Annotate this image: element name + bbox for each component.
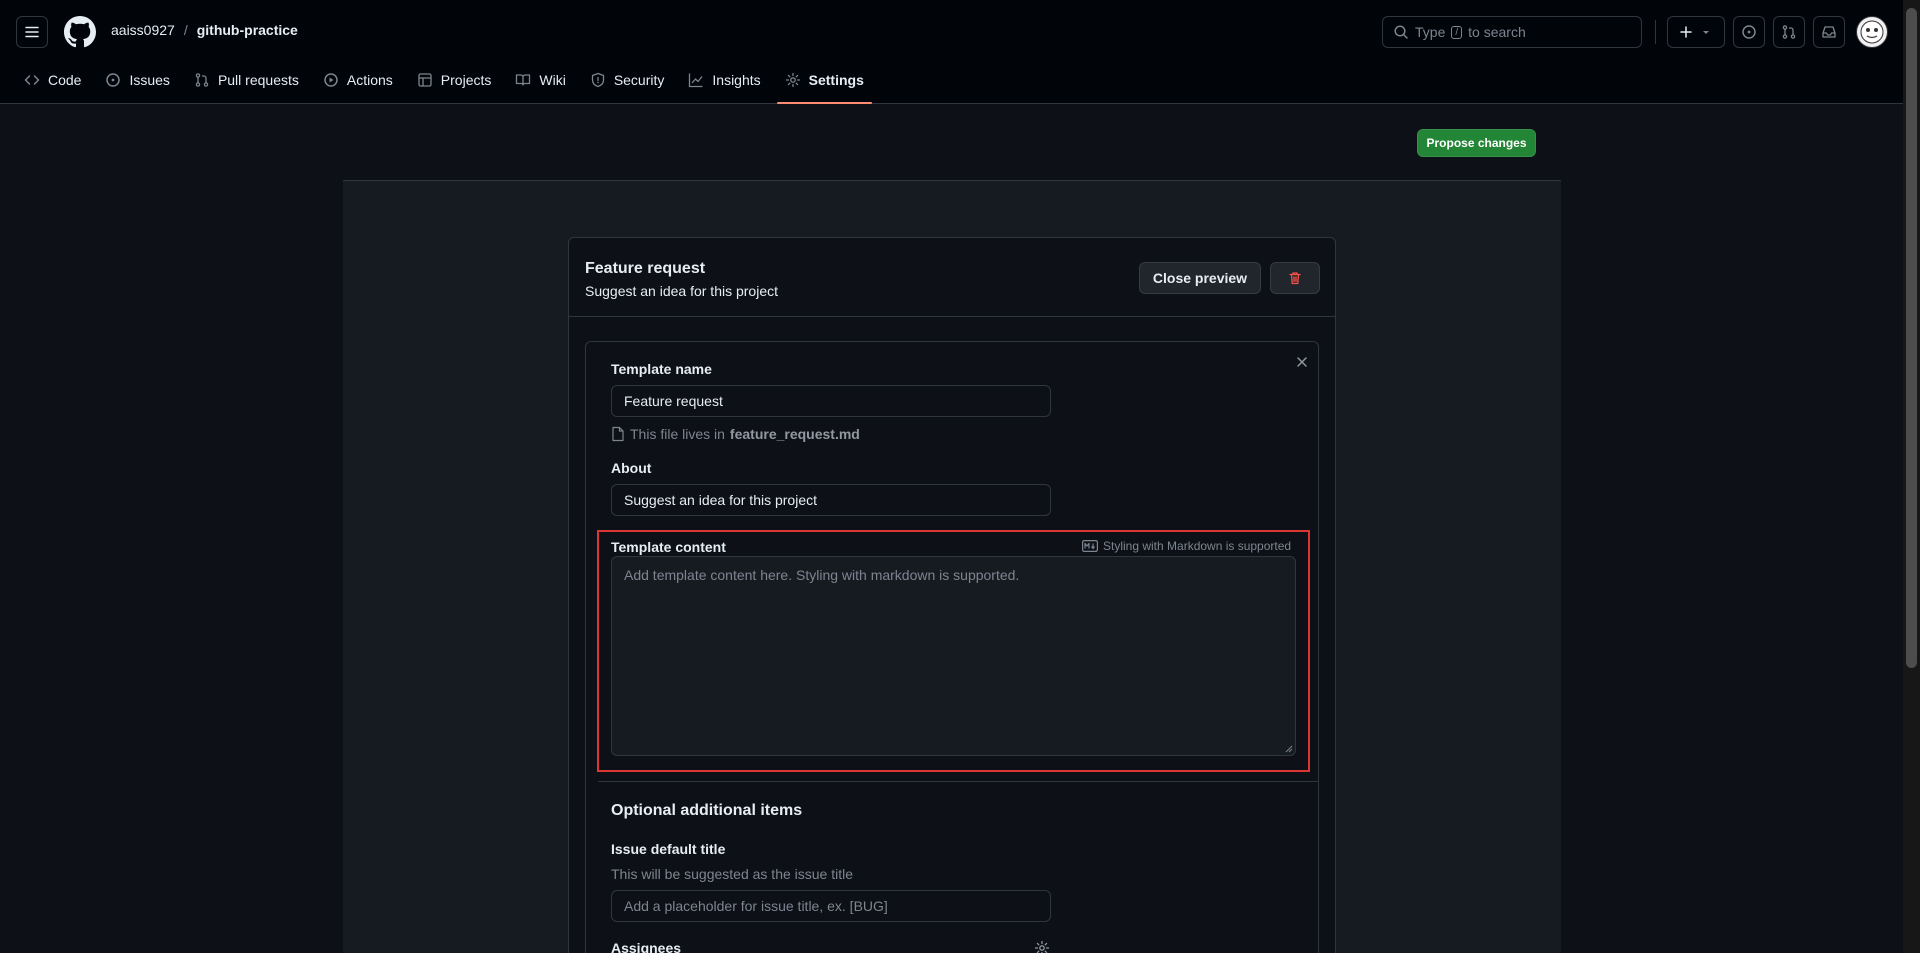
plus-icon xyxy=(1680,26,1692,38)
tab-settings[interactable]: Settings xyxy=(776,64,873,104)
inbox-button[interactable] xyxy=(1813,16,1845,48)
table-icon xyxy=(418,73,432,87)
section-divider xyxy=(598,781,1319,782)
markdown-icon xyxy=(1082,540,1098,552)
play-icon xyxy=(324,73,338,87)
tab-insights[interactable]: Insights xyxy=(680,64,768,96)
trash-icon xyxy=(1289,272,1301,285)
search-input[interactable]: Type / to search xyxy=(1382,16,1642,48)
issues-button[interactable] xyxy=(1733,16,1765,48)
template-content-textarea[interactable]: Add template content here. Styling with … xyxy=(611,556,1296,756)
breadcrumb-separator: / xyxy=(183,22,188,38)
scrollbar-thumb[interactable] xyxy=(1906,8,1917,668)
tab-projects[interactable]: Projects xyxy=(409,64,500,96)
issue-opened-icon xyxy=(1742,25,1756,39)
assignees-label: Assignees xyxy=(611,940,682,953)
file-hint-filename: feature_request.md xyxy=(729,426,860,442)
git-pull-request-icon xyxy=(1782,25,1796,39)
template-card: Feature request Suggest an idea for this… xyxy=(568,237,1336,953)
optional-items-title: Optional additional items xyxy=(611,802,803,819)
breadcrumb: aaiss0927 / github-practice xyxy=(111,22,298,38)
issue-title-hint: This will be suggested as the issue titl… xyxy=(611,866,854,882)
tab-label: Pull requests xyxy=(217,72,299,88)
template-content-label: Template content xyxy=(611,539,726,555)
delete-template-button[interactable] xyxy=(1270,262,1320,294)
about-input[interactable]: Suggest an idea for this project xyxy=(611,484,1051,516)
tab-security[interactable]: Security xyxy=(582,64,673,96)
markdown-note-text: Styling with Markdown is supported xyxy=(1103,539,1292,553)
create-new-button[interactable] xyxy=(1667,16,1725,48)
repo-nav: Code Issues Pull requests Actions Projec… xyxy=(16,64,880,104)
code-icon xyxy=(24,75,40,85)
template-form: Template name Feature request This file … xyxy=(585,341,1319,953)
shield-icon xyxy=(591,72,604,88)
avatar[interactable] xyxy=(1856,16,1888,48)
close-preview-button[interactable]: Close preview xyxy=(1139,262,1261,294)
hamburger-icon xyxy=(25,26,39,38)
tab-pull-requests[interactable]: Pull requests xyxy=(186,64,307,96)
owner-link[interactable]: aaiss0927 xyxy=(111,22,175,38)
tab-wiki[interactable]: Wiki xyxy=(507,64,573,96)
header-divider xyxy=(1655,20,1656,44)
github-logo-icon[interactable] xyxy=(64,16,96,48)
template-name-label: Template name xyxy=(611,361,712,377)
tab-label: Security xyxy=(613,72,665,88)
tab-actions[interactable]: Actions xyxy=(315,64,401,96)
repo-link[interactable]: github-practice xyxy=(197,22,298,38)
resize-handle-icon[interactable] xyxy=(1285,745,1293,753)
tab-label: Insights xyxy=(712,72,761,88)
template-card-header: Feature request Suggest an idea for this… xyxy=(569,238,1335,317)
tab-label: Actions xyxy=(346,72,393,88)
tab-label: Wiki xyxy=(539,72,566,88)
search-prefix: Type xyxy=(1415,24,1446,40)
avatar-image xyxy=(1860,20,1884,44)
search-icon xyxy=(1394,25,1408,39)
tab-label: Issues xyxy=(129,72,170,88)
menu-button[interactable] xyxy=(16,16,48,48)
tab-label: Projects xyxy=(440,72,492,88)
top-header: aaiss0927 / github-practice Type / to se… xyxy=(0,0,1920,104)
inbox-icon xyxy=(1822,26,1836,38)
tab-issues[interactable]: Issues xyxy=(97,64,177,96)
book-icon xyxy=(516,74,531,86)
triangle-down-icon xyxy=(1703,31,1709,34)
search-suffix: to search xyxy=(1468,24,1526,40)
template-subtitle: Suggest an idea for this project xyxy=(585,283,779,299)
template-name-input[interactable]: Feature request xyxy=(611,385,1051,417)
issue-icon xyxy=(106,73,121,87)
close-icon[interactable] xyxy=(1294,354,1310,370)
template-title: Feature request xyxy=(585,260,706,277)
markdown-note: Styling with Markdown is supported xyxy=(1082,539,1291,553)
file-hint-prefix: This file lives in xyxy=(630,426,725,442)
search-shortcut-key: / xyxy=(1451,25,1463,39)
propose-changes-button[interactable]: Propose changes xyxy=(1417,129,1536,157)
pull-request-icon xyxy=(195,73,209,87)
tab-label: Settings xyxy=(808,72,864,88)
issue-title-input[interactable]: Add a placeholder for issue title, ex. [… xyxy=(611,890,1051,922)
about-label: About xyxy=(611,460,652,476)
graph-icon xyxy=(689,73,703,88)
tab-label: Code xyxy=(48,72,82,88)
file-location-hint: This file lives in feature_request.md xyxy=(611,426,860,442)
pull-requests-button[interactable] xyxy=(1773,16,1805,48)
template-content-placeholder: Add template content here. Styling with … xyxy=(624,567,1020,583)
gear-icon xyxy=(785,72,800,88)
issue-title-label: Issue default title xyxy=(611,841,726,857)
tab-code[interactable]: Code xyxy=(16,64,89,96)
file-icon xyxy=(612,426,624,442)
gear-icon[interactable] xyxy=(1034,940,1050,953)
